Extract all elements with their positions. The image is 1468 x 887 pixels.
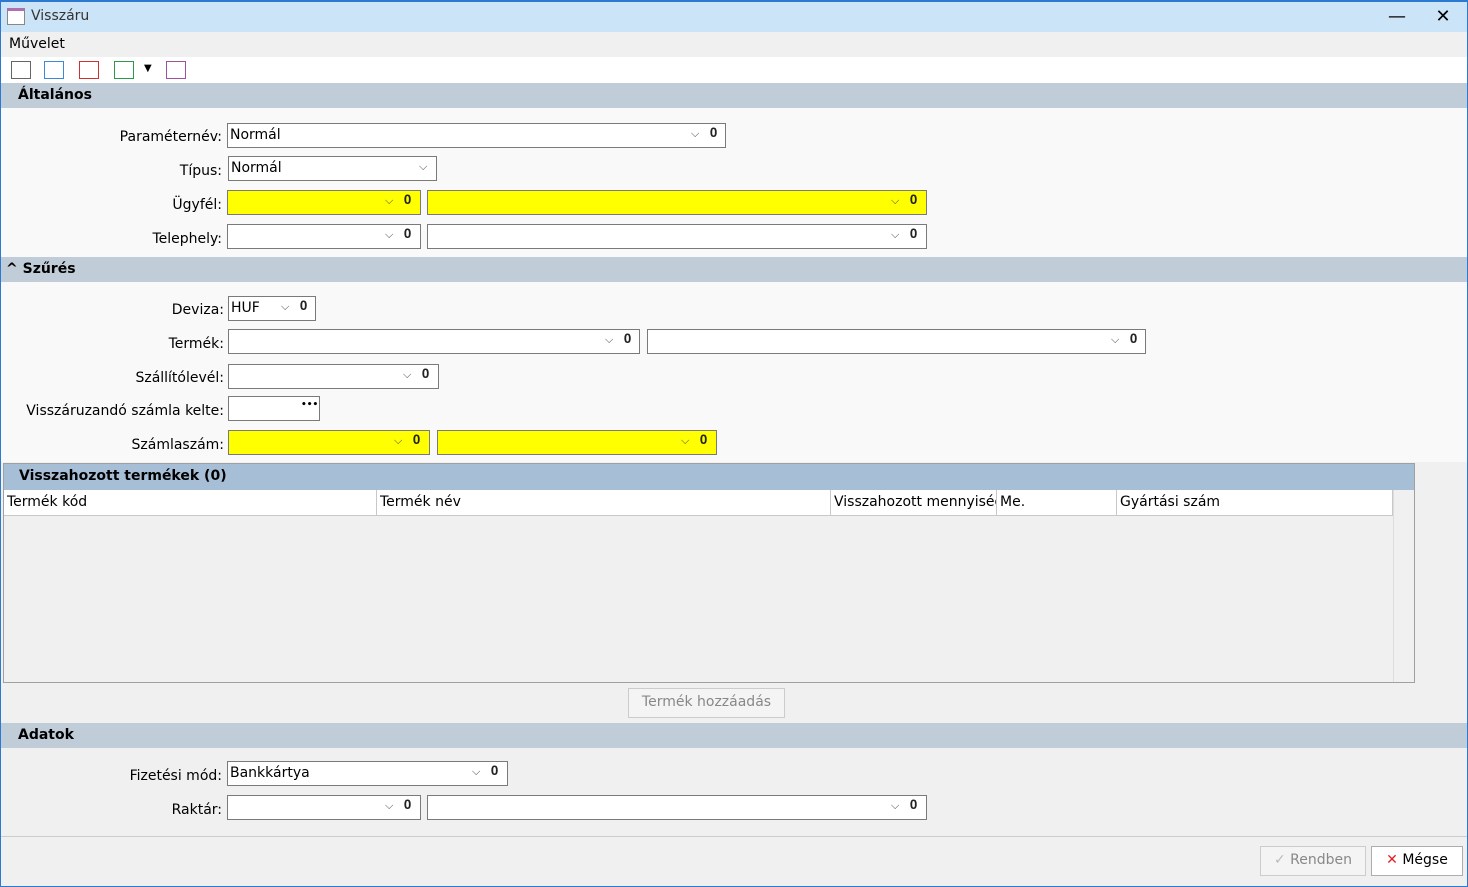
col-product-name[interactable]: Termék név — [377, 490, 831, 516]
type-select[interactable]: Normál ⌵ — [228, 156, 437, 181]
chevron-down-icon: ⌵ — [681, 434, 690, 447]
paperclip-icon[interactable]: 𝟎 — [404, 227, 411, 242]
chevron-down-icon: ⌵ — [691, 127, 700, 140]
cancel-button[interactable]: ✕ Mégse — [1371, 846, 1463, 876]
col-product-code[interactable]: Termék kód — [4, 490, 377, 516]
payment-select[interactable]: Bankkártya ⌵ 𝟎 — [227, 761, 508, 786]
check-icon: ✓ — [1273, 852, 1286, 868]
customer-code-select[interactable]: ⌵ 𝟎 — [227, 190, 421, 215]
chevron-down-icon: ⌵ — [419, 160, 428, 173]
product-label: Termék: — [168, 336, 224, 352]
date-picker-button[interactable]: ••• — [301, 400, 318, 410]
menu-muvelet[interactable]: Művelet — [9, 36, 65, 52]
close-button[interactable]: ✕ — [1423, 6, 1463, 27]
product-code-select[interactable]: ⌵ 𝟎 — [228, 329, 640, 354]
chevron-down-icon: ⌵ — [385, 228, 394, 241]
footer-divider — [1, 836, 1467, 837]
chevron-down-icon: ⌵ — [281, 300, 290, 313]
col-unit[interactable]: Me. — [997, 490, 1117, 516]
ok-label: Rendben — [1290, 852, 1353, 868]
section-filter[interactable]: ^ Szűrés — [1, 257, 1467, 282]
chevron-down-icon: ⌵ — [891, 228, 900, 241]
delivery-select[interactable]: ⌵ 𝟎 — [228, 364, 439, 389]
chevron-down-icon: ⌵ — [472, 765, 481, 778]
currency-select[interactable]: HUF ⌵ 𝟎 — [228, 296, 316, 321]
param-value: Normál — [230, 127, 281, 143]
site-name-select[interactable]: ⌵ 𝟎 — [427, 224, 927, 249]
paperclip-icon[interactable]: 𝟎 — [910, 798, 917, 813]
title-bar: Visszáru — ✕ — [1, 2, 1467, 32]
app-icon — [7, 8, 25, 25]
collapse-icon: ^ — [6, 261, 18, 277]
paperclip-icon[interactable]: 𝟎 — [404, 193, 411, 208]
ok-button[interactable]: ✓ Rendben — [1260, 846, 1366, 876]
delivery-label: Szállítólevél: — [135, 370, 224, 386]
grid-title: Visszahozott termékek (0) — [4, 464, 1414, 490]
paperclip-icon[interactable]: 𝟎 — [300, 299, 307, 314]
paperclip-icon[interactable]: 𝟎 — [422, 367, 429, 382]
window: Visszáru — ✕ Művelet ▼ Általános Paramét… — [0, 0, 1468, 887]
paperclip-icon[interactable]: 𝟎 — [910, 227, 917, 242]
paperclip-icon[interactable]: 𝟎 — [1130, 332, 1137, 347]
minimize-button[interactable]: — — [1377, 6, 1417, 27]
approve-icon[interactable] — [114, 61, 134, 79]
invoice-no-label: Számlaszám: — [131, 437, 225, 453]
window-title: Visszáru — [31, 8, 90, 24]
product-name-select[interactable]: ⌵ 𝟎 — [647, 329, 1146, 354]
invoice-no-select[interactable]: ⌵ 𝟎 — [228, 430, 430, 455]
param-select[interactable]: Normál ⌵ 𝟎 — [227, 123, 726, 148]
invoice-no-2-select[interactable]: ⌵ 𝟎 — [437, 430, 717, 455]
paperclip-icon[interactable]: 𝟎 — [700, 433, 707, 448]
chevron-down-icon: ⌵ — [385, 799, 394, 812]
paperclip-icon[interactable]: 𝟎 — [404, 798, 411, 813]
section-filter-title: Szűrés — [22, 261, 76, 277]
import-icon[interactable] — [44, 61, 64, 79]
edit-attachment-icon[interactable] — [11, 61, 31, 79]
type-label: Típus: — [179, 163, 222, 179]
returned-products-grid: Visszahozott termékek (0) Termék kód Ter… — [3, 463, 1415, 683]
paperclip-icon[interactable]: 𝟎 — [910, 193, 917, 208]
delete-icon[interactable] — [79, 61, 99, 79]
section-general: Általános — [1, 83, 1467, 108]
paperclip-icon[interactable]: 𝟎 — [491, 764, 498, 779]
type-value: Normál — [231, 160, 282, 176]
grid-scrollbar[interactable] — [1393, 490, 1414, 682]
customer-name-select[interactable]: ⌵ 𝟎 — [427, 190, 927, 215]
chevron-down-icon: ⌵ — [394, 434, 403, 447]
x-icon: ✕ — [1386, 852, 1398, 868]
menu-bar: Művelet — [1, 32, 1467, 57]
warehouse-label: Raktár: — [171, 802, 222, 818]
site-label: Telephely: — [152, 231, 222, 247]
chevron-down-icon: ⌵ — [385, 194, 394, 207]
save-list-icon[interactable] — [166, 61, 186, 79]
cancel-label: Mégse — [1402, 852, 1448, 868]
invoice-date-input[interactable]: ••• — [228, 396, 320, 421]
payment-value: Bankkártya — [230, 765, 310, 781]
add-product-button[interactable]: Termék hozzáadás — [628, 688, 785, 718]
paperclip-icon[interactable]: 𝟎 — [710, 126, 717, 141]
chevron-down-icon: ⌵ — [403, 368, 412, 381]
warehouse-code-select[interactable]: ⌵ 𝟎 — [227, 795, 421, 820]
chevron-down-icon: ⌵ — [1111, 333, 1120, 346]
col-quantity[interactable]: Visszahozott mennyiség — [831, 490, 997, 516]
section-data: Adatok — [1, 723, 1467, 748]
param-label: Paraméternév: — [119, 129, 222, 145]
dropdown-arrow-icon[interactable]: ▼ — [144, 63, 152, 74]
toolbar: ▼ — [1, 57, 1467, 83]
customer-label: Ügyfél: — [172, 197, 222, 213]
currency-label: Deviza: — [171, 302, 224, 318]
chevron-down-icon: ⌵ — [891, 194, 900, 207]
paperclip-icon[interactable]: 𝟎 — [413, 433, 420, 448]
payment-label: Fizetési mód: — [129, 768, 222, 784]
invoice-date-label: Visszáruzandó számla kelte: — [26, 403, 224, 419]
site-code-select[interactable]: ⌵ 𝟎 — [227, 224, 421, 249]
warehouse-name-select[interactable]: ⌵ 𝟎 — [427, 795, 927, 820]
paperclip-icon[interactable]: 𝟎 — [624, 332, 631, 347]
currency-value: HUF — [231, 300, 260, 316]
chevron-down-icon: ⌵ — [891, 799, 900, 812]
chevron-down-icon: ⌵ — [605, 333, 614, 346]
col-serial[interactable]: Gyártási szám — [1117, 490, 1393, 516]
